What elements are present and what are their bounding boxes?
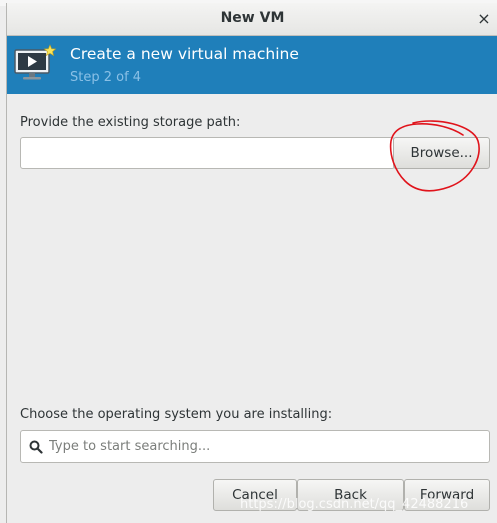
browse-button[interactable]: Browse... (393, 137, 490, 169)
close-button[interactable]: × (474, 9, 494, 29)
wizard-header: Create a new virtual machine Step 2 of 4 (7, 36, 497, 94)
back-button[interactable]: Back (297, 479, 404, 511)
wizard-title: Create a new virtual machine (70, 45, 299, 63)
os-search-field[interactable] (20, 430, 490, 463)
window-title: New VM (220, 10, 285, 26)
cancel-button[interactable]: Cancel (213, 479, 297, 511)
title-bar[interactable]: New VM × (7, 3, 497, 36)
virtual-machine-icon (14, 44, 57, 80)
wizard-step: Step 2 of 4 (70, 70, 142, 85)
os-search-input[interactable] (49, 431, 479, 462)
new-vm-dialog: New VM × Create a new virtual machine St… (6, 3, 497, 523)
forward-button[interactable]: Forward (404, 479, 490, 511)
storage-path-input[interactable] (20, 137, 395, 169)
search-icon (29, 440, 43, 454)
os-label: Choose the operating system you are inst… (20, 407, 333, 422)
storage-path-label: Provide the existing storage path: (20, 115, 241, 130)
